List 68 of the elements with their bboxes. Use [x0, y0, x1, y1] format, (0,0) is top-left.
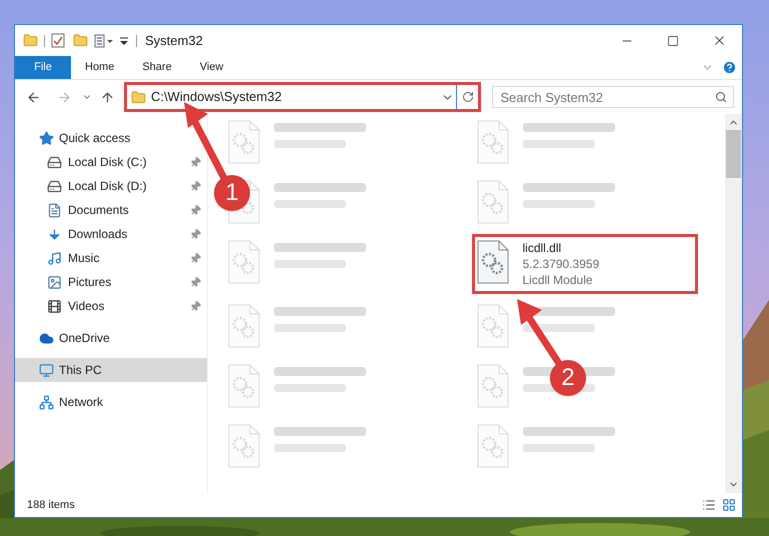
checklist-icon[interactable]	[51, 33, 65, 48]
music-note-icon	[47, 250, 62, 266]
film-icon	[47, 298, 62, 314]
nav-item[interactable]: Videos	[15, 294, 207, 318]
drive-icon	[47, 154, 62, 170]
gear-document-icon	[476, 424, 508, 468]
monitor-icon	[39, 362, 54, 378]
gear-document-icon	[476, 180, 508, 224]
nav-item[interactable]: Quick access	[15, 126, 207, 150]
nav-item[interactable]: Documents	[15, 198, 207, 222]
blurred-text-bar	[274, 444, 346, 452]
search-field[interactable]: Search System32	[492, 86, 734, 108]
gear-document-icon	[228, 424, 260, 468]
blurred-text-bar	[274, 384, 346, 392]
scroll-thumb[interactable]	[726, 130, 741, 178]
ribbon-tab[interactable]: Home	[71, 56, 128, 79]
refresh-icon[interactable]	[462, 91, 474, 103]
blurred-text-bar	[274, 140, 346, 148]
blurred-text-bar	[274, 200, 346, 208]
gear-document-icon	[476, 120, 508, 164]
down-arrow-icon	[47, 226, 62, 242]
nav-item[interactable]: Local Disk (D:)	[15, 174, 207, 198]
gear-document-icon	[476, 304, 508, 348]
gear-document-icon	[228, 120, 260, 164]
document-icon	[47, 202, 62, 218]
nav-item[interactable]: OneDrive	[15, 326, 207, 350]
blurred-text-bar	[522, 200, 594, 208]
item-count: 188 items	[27, 498, 75, 513]
network-icon	[39, 394, 54, 410]
nav-item[interactable]: Pictures	[15, 270, 207, 294]
window-title: System32	[145, 32, 203, 50]
gear-document-icon	[476, 364, 508, 408]
nav-item[interactable]: Local Disk (C:)	[15, 150, 207, 174]
ribbon-tab[interactable]: Share	[128, 56, 186, 79]
customize-arrow-icon[interactable]	[120, 36, 128, 46]
blurred-text-bar	[522, 444, 594, 452]
file-detail: Licdll Module	[522, 272, 594, 288]
file-tab[interactable]: File	[15, 56, 71, 79]
blurred-text-bar	[522, 140, 594, 148]
large-icons-view-icon[interactable]	[722, 498, 736, 512]
file-detail: 5.2.3790.3959	[522, 256, 600, 272]
folder-icon	[130, 90, 146, 104]
help-icon[interactable]	[722, 60, 737, 75]
gear-document-icon	[228, 304, 260, 348]
gear-document-icon	[228, 240, 260, 284]
search-icon	[715, 91, 728, 103]
scrollbar[interactable]	[725, 114, 742, 493]
file-name[interactable]: licdll.dll	[522, 240, 600, 256]
star-icon	[39, 130, 54, 146]
nav-item[interactable]: Network	[15, 390, 207, 414]
maximize-icon[interactable]	[667, 34, 679, 46]
nav-item[interactable]: Music	[15, 246, 207, 270]
drive-icon	[47, 178, 62, 194]
cloud-icon	[39, 330, 54, 346]
blurred-text-bar	[274, 324, 346, 332]
image-icon	[47, 274, 62, 290]
nav-item[interactable]: This PC	[15, 358, 207, 382]
address-field[interactable]: C:\Windows\System32	[126, 85, 456, 109]
properties-icon[interactable]	[94, 34, 114, 48]
ribbon-tab[interactable]: View	[186, 56, 238, 79]
back-icon[interactable]	[26, 90, 41, 104]
address-path: C:\Windows\System32	[150, 88, 282, 106]
blurred-text-bar	[274, 260, 346, 268]
details-view-icon[interactable]	[702, 498, 716, 512]
gear-document-icon	[228, 364, 260, 408]
nav-item[interactable]: Downloads	[15, 222, 207, 246]
up-icon[interactable]	[100, 90, 115, 104]
gear-document-icon	[476, 240, 508, 284]
